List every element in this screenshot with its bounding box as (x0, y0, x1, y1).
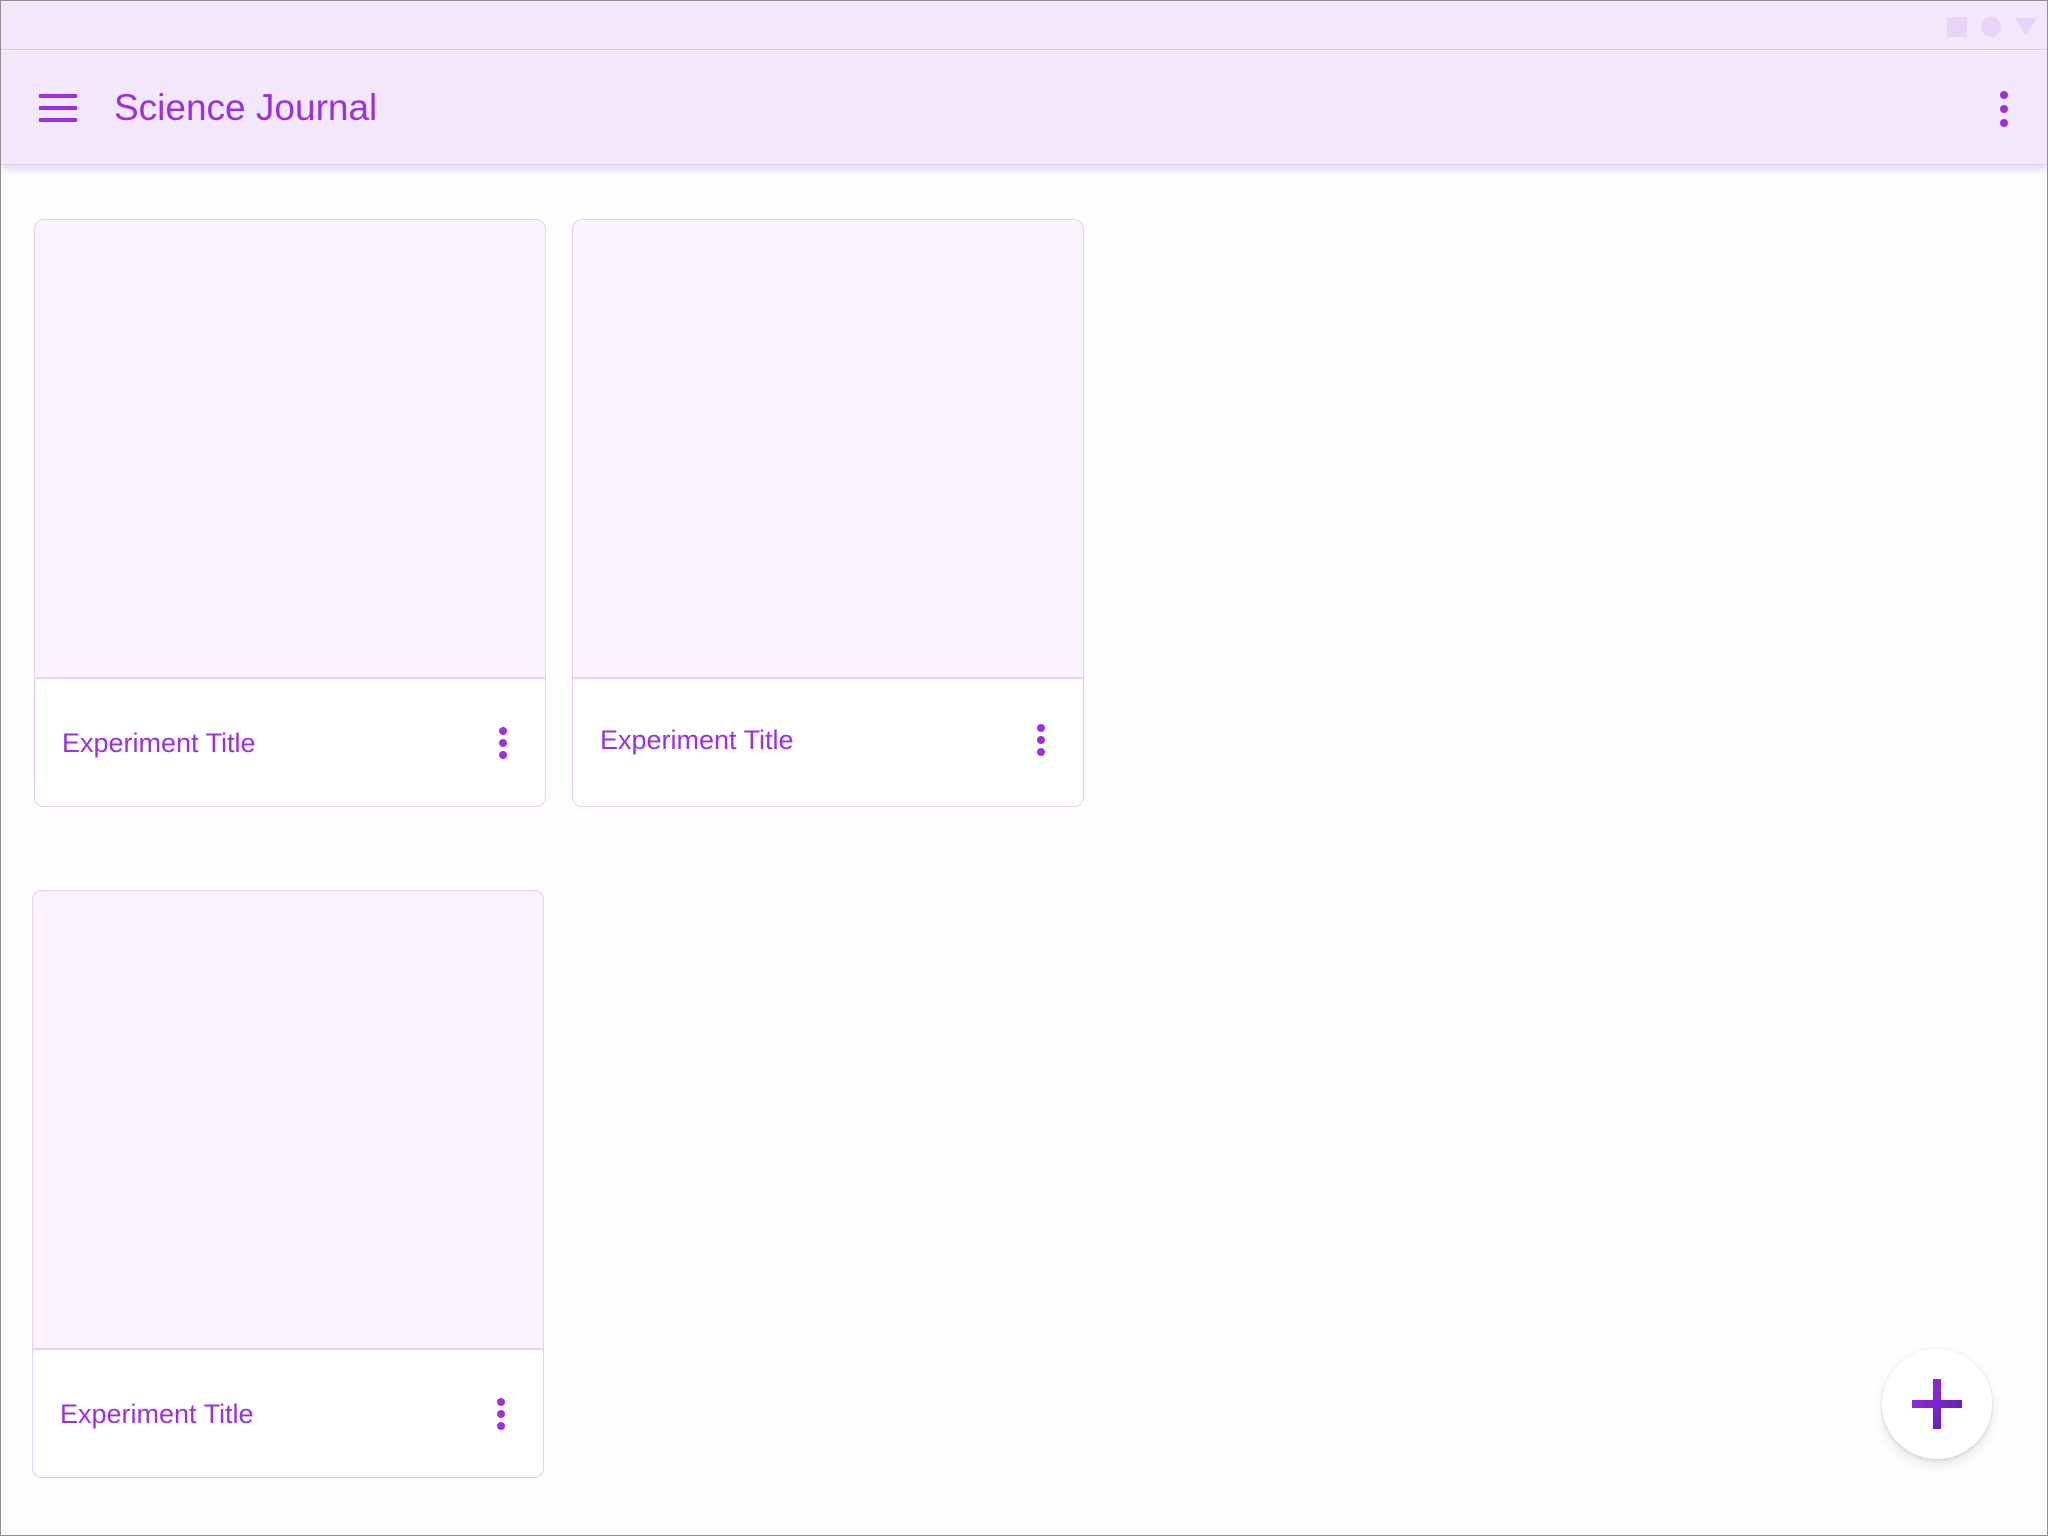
more-vert-icon (1035, 724, 1047, 756)
dot (497, 1398, 505, 1406)
circle-icon (1981, 17, 2001, 37)
more-vert-icon (1997, 91, 2011, 127)
dot (1037, 748, 1045, 756)
app-screen: Science Journal Experiment Title Experim… (0, 0, 2048, 1536)
status-bar (1, 1, 2047, 50)
dot (499, 751, 507, 759)
experiment-grid: Experiment Title Experiment Title Experi… (1, 166, 2047, 1535)
experiment-title: Experiment Title (600, 725, 794, 755)
hamburger-menu-icon (39, 94, 77, 98)
app-title: Science Journal (114, 87, 378, 128)
dot (499, 727, 507, 735)
dot (497, 1410, 505, 1418)
experiment-title: Experiment Title (60, 1399, 254, 1429)
dot (2000, 105, 2008, 113)
app-bar: Science Journal (1, 51, 2047, 165)
hamburger-menu-icon-line-3 (39, 118, 77, 122)
experiment-card-footer: Experiment Title (573, 679, 1083, 806)
dot (1037, 724, 1045, 732)
experiment-card-image (573, 220, 1083, 679)
add-experiment-button[interactable] (1882, 1349, 1992, 1459)
dot (2000, 119, 2008, 127)
triangle-icon (2015, 18, 2037, 36)
experiment-card[interactable]: Experiment Title (32, 890, 544, 1478)
dot (2000, 91, 2008, 99)
more-vert-icon (495, 1398, 507, 1430)
experiment-card[interactable]: Experiment Title (572, 219, 1084, 807)
experiment-card-image (33, 891, 543, 1350)
dot (1037, 736, 1045, 744)
experiment-card-footer: Experiment Title (35, 679, 545, 806)
experiment-card-image (35, 220, 545, 679)
experiment-card-menu-button[interactable] (1035, 724, 1047, 756)
experiment-card-footer: Experiment Title (33, 1350, 543, 1477)
more-vert-icon (497, 727, 509, 759)
dot (497, 1422, 505, 1430)
add-icon-vertical (1933, 1379, 1941, 1429)
square-icon (1947, 17, 1967, 37)
experiment-title: Experiment Title (62, 728, 256, 758)
hamburger-menu-icon-line-2 (39, 106, 77, 110)
experiment-card-menu-button[interactable] (495, 1398, 507, 1430)
dot (499, 739, 507, 747)
experiment-card[interactable]: Experiment Title (34, 219, 546, 807)
add-icon (1912, 1379, 1962, 1429)
app-overflow-menu-button[interactable] (1997, 91, 2011, 127)
experiment-card-menu-button[interactable] (497, 727, 509, 759)
navigation-menu-button[interactable] (39, 94, 77, 122)
system-nav-icons (1947, 17, 2037, 37)
